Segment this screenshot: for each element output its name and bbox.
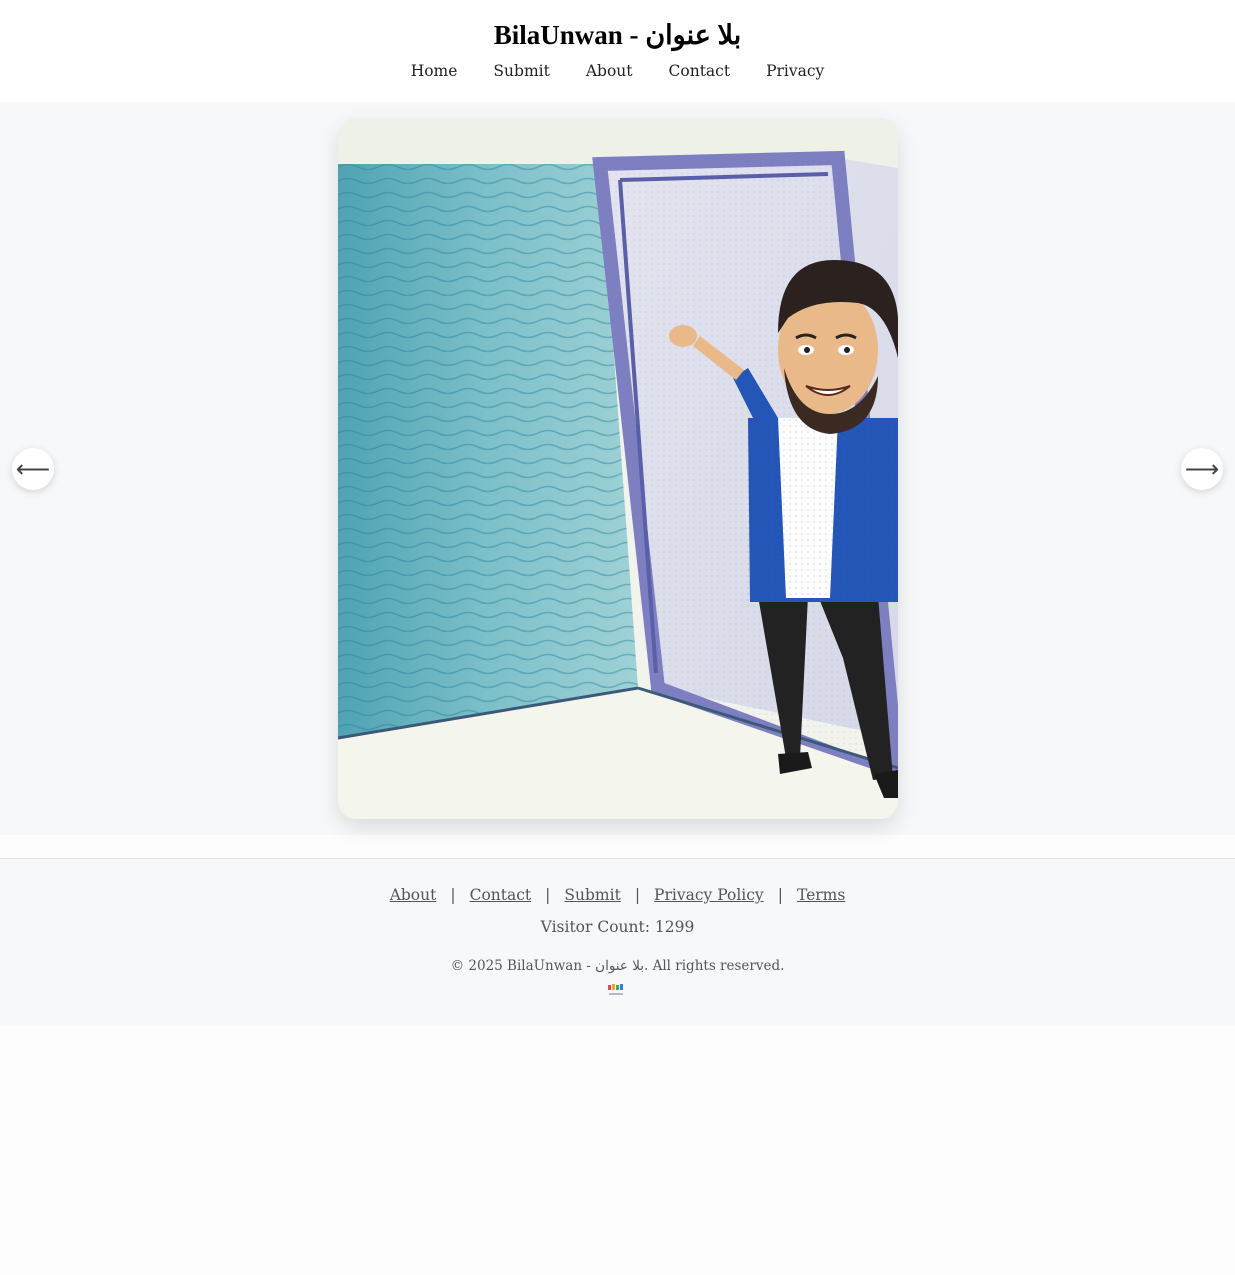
nav-home-link[interactable]: Home [411,62,458,80]
arrow-right-icon: ⟶ [1184,455,1220,483]
visitor-count: Visitor Count: 1299 [540,918,695,936]
nav-contact-link[interactable]: Contact [669,62,731,80]
nav-submit-link[interactable]: Submit [493,62,549,80]
footer-privacy-policy-link[interactable]: Privacy Policy [654,886,764,904]
top-nav: Home Submit About Contact Privacy [0,62,1235,80]
footer-links: About | Contact | Submit | Privacy Polic… [0,886,1235,904]
artwork-image[interactable] [338,118,898,819]
site-footer: About | Contact | Submit | Privacy Polic… [0,858,1235,1026]
artwork-drawing [338,118,898,819]
site-logo-icon [608,984,623,995]
copyright-notice: © 2025 BilaUnwan - بلا عنوان. All rights… [450,958,785,974]
artwork-gallery: ⟵ ⟶ [0,102,1235,835]
footer-separator: | [545,886,551,904]
footer-terms-link[interactable]: Terms [797,886,845,904]
next-artwork-button[interactable]: ⟶ [1181,448,1223,490]
footer-about-link[interactable]: About [390,886,437,904]
footer-contact-link[interactable]: Contact [470,886,532,904]
footer-separator: | [777,886,783,904]
footer-submit-link[interactable]: Submit [564,886,620,904]
nav-privacy-link[interactable]: Privacy [766,62,824,80]
site-title: BilaUnwan - بلا عنوان [493,20,742,50]
nav-about-link[interactable]: About [586,62,633,80]
previous-artwork-button[interactable]: ⟵ [12,448,54,490]
site-header: BilaUnwan - بلا عنوان Home Submit About … [0,0,1235,102]
arrow-left-icon: ⟵ [15,455,51,483]
footer-separator: | [634,886,641,904]
footer-separator: | [450,886,456,904]
